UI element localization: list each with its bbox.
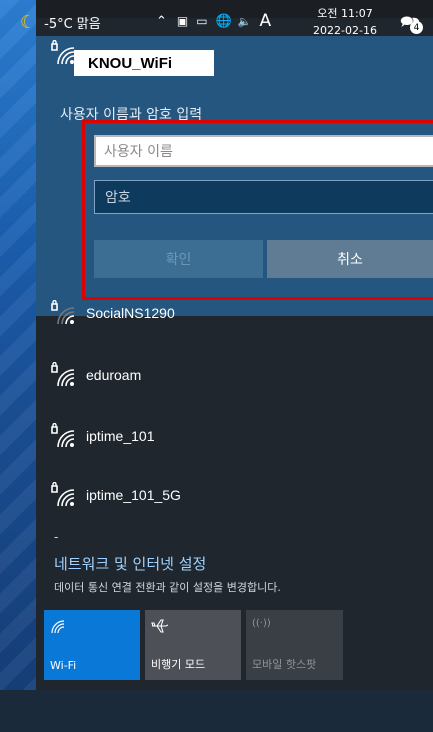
wifi-secured-icon — [50, 422, 76, 449]
highlight-frame — [82, 120, 433, 300]
network-name: eduroam — [86, 367, 142, 383]
ime-indicator[interactable]: A — [259, 11, 271, 31]
clock-time: 오전 11:07 — [317, 7, 373, 20]
wifi-secured-icon — [50, 361, 76, 388]
system-tray: ⌃ ▣ ▭ 🌐 🔈 A — [156, 11, 271, 31]
battery-icon[interactable]: ▭ — [196, 14, 207, 28]
meet-now-icon[interactable]: ▣ — [177, 14, 188, 28]
airplane-mode-tile[interactable]: 비행기 모드 — [145, 610, 241, 680]
clock-date: 2022-02-16 — [313, 24, 377, 37]
wifi-secured-icon — [50, 481, 76, 508]
mobile-hotspot-tile[interactable]: ((·)) 모바일 핫스팟 — [246, 610, 343, 680]
network-settings-link[interactable]: 네트워크 및 인터넷 설정 — [54, 553, 206, 574]
network-item[interactable]: iptime_101_5G — [50, 481, 181, 508]
notification-center-button[interactable]: 🗪 4 — [400, 11, 423, 38]
network-name: iptime_101 — [86, 428, 155, 444]
notification-count: 4 — [410, 21, 423, 34]
wifi-secured-icon — [50, 39, 76, 66]
wifi-toggle-tile[interactable]: Wi-Fi — [44, 610, 140, 680]
weather-widget[interactable]: ☾ -5°C 맑음 — [20, 12, 101, 33]
desktop-background — [0, 0, 36, 690]
selected-ssid-label: KNOU_WiFi — [74, 50, 214, 76]
network-item[interactable]: SocialNS1290 — [50, 299, 175, 326]
tile-label: 모바일 핫스팟 — [252, 658, 317, 671]
weather-text: -5°C 맑음 — [44, 17, 101, 32]
network-name: iptime_101_5G — [86, 487, 181, 503]
network-item[interactable]: iptime_101 — [50, 422, 155, 449]
globe-network-icon[interactable]: 🌐 — [216, 14, 232, 29]
chevron-up-icon[interactable]: ⌃ — [156, 14, 167, 29]
wifi-secured-weak-icon — [50, 299, 76, 326]
tile-label: Wi-Fi — [50, 659, 77, 672]
list-divider-mark: - — [54, 530, 59, 544]
moon-icon: ☾ — [20, 12, 37, 33]
wifi-icon — [50, 618, 66, 638]
airplane-icon — [151, 618, 169, 638]
network-item[interactable]: eduroam — [50, 361, 142, 388]
volume-icon[interactable]: 🔈 — [238, 15, 252, 28]
network-settings-description: 데이터 통신 연결 전환과 같이 설정을 변경합니다. — [54, 581, 281, 594]
selected-network-row[interactable] — [50, 39, 76, 66]
taskbar — [0, 690, 433, 732]
network-name: SocialNS1290 — [86, 305, 175, 321]
tile-label: 비행기 모드 — [151, 658, 206, 671]
hotspot-icon: ((·)) — [252, 618, 271, 629]
clock[interactable]: 오전 11:07 2022-02-16 — [313, 5, 377, 39]
